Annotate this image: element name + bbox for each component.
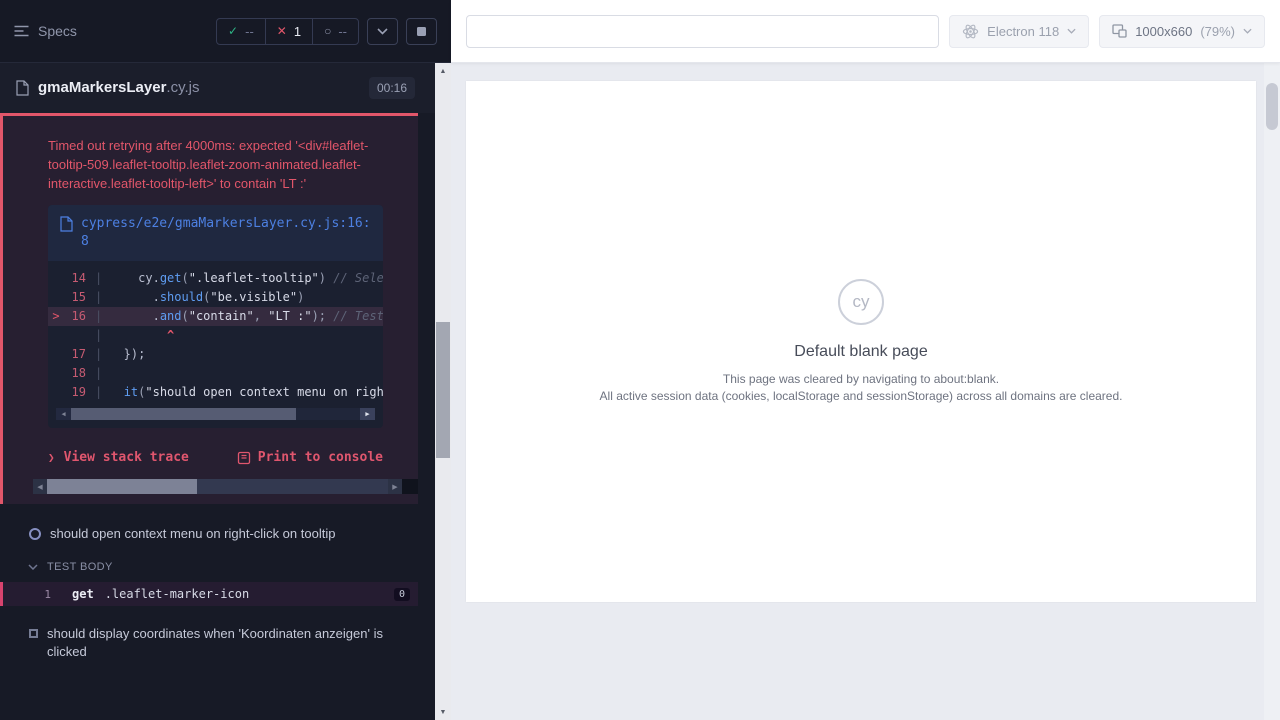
attempt-horizontal-scrollbar: ◀ ▶ — [33, 479, 418, 494]
browser-label: Electron 118 — [987, 24, 1059, 39]
scrollbar-thumb[interactable] — [71, 408, 296, 420]
reporter-vertical-scrollbar: ▲ ▼ — [435, 63, 451, 720]
chevron-down-icon — [28, 564, 38, 570]
specs-list-icon — [14, 25, 29, 37]
code-line: 17| }); — [48, 345, 383, 364]
command-method: get — [72, 587, 94, 601]
runner-header: Specs ✓ -- ✕ 1 ○ -- — [0, 0, 451, 63]
view-stack-trace-label: View stack trace — [64, 450, 189, 465]
spec-header[interactable]: gmaMarkersLayer.cy.js 00:16 — [0, 63, 435, 113]
aut-iframe: cy Default blank page This page was clea… — [466, 81, 1256, 602]
test-body-label: TEST BODY — [47, 561, 113, 573]
print-to-console-button[interactable]: Print to console — [237, 450, 383, 465]
test-row[interactable]: should open context menu on right-click … — [0, 516, 435, 551]
scroll-left-arrow[interactable]: ◀ — [33, 479, 47, 494]
scrollbar-track[interactable] — [47, 479, 388, 494]
failed-stat: ✕ 1 — [265, 19, 312, 44]
command-number: 1 — [3, 588, 51, 601]
scrollbar-thumb[interactable] — [1266, 83, 1278, 130]
test-title: should open context menu on right-click … — [50, 525, 335, 543]
scrollbar-corner — [402, 479, 418, 494]
spec-extension: .cy.js — [166, 79, 199, 96]
scroll-down-arrow[interactable]: ▼ — [435, 704, 451, 720]
url-toolbar: Electron 118 1000x660 (79%) — [451, 0, 1280, 63]
test-queued-icon — [29, 629, 38, 638]
scroll-up-arrow[interactable]: ▲ — [435, 63, 451, 79]
specs-menu-button[interactable]: Specs — [14, 23, 77, 39]
specs-label: Specs — [38, 23, 77, 39]
code-line: >16| .and("contain", "LT :"); // Test — [48, 307, 383, 326]
check-icon: ✓ — [228, 24, 238, 38]
chevron-down-icon — [377, 28, 388, 35]
pending-count: -- — [338, 24, 347, 39]
test-running-icon — [29, 528, 41, 540]
scroll-left-arrow[interactable]: ◀ — [56, 408, 71, 420]
error-message: Timed out retrying after 4000ms: expecte… — [48, 136, 385, 193]
cross-icon: ✕ — [277, 24, 287, 38]
stage-vertical-scrollbar — [1264, 63, 1280, 720]
failed-attempt-block: Timed out retrying after 4000ms: expecte… — [0, 113, 418, 504]
auto-scroll-button[interactable] — [367, 18, 398, 45]
scrollbar-track[interactable] — [71, 408, 360, 420]
spec-timer: 00:16 — [369, 77, 415, 99]
passed-count: -- — [245, 24, 254, 39]
url-input[interactable] — [466, 15, 939, 48]
spec-name: gmaMarkersLayer — [38, 79, 166, 96]
viewport-selector[interactable]: 1000x660 (79%) — [1099, 15, 1265, 48]
cypress-logo: cy — [838, 279, 884, 325]
code-horizontal-scrollbar: ◀ ▶ — [56, 408, 375, 420]
test-body-section-header[interactable]: TEST BODY — [0, 551, 435, 582]
scroll-right-arrow[interactable]: ▶ — [388, 479, 402, 494]
command-log-entry[interactable]: 1 get .leaflet-marker-icon 0 — [0, 582, 418, 606]
electron-browser-icon — [962, 23, 979, 40]
stop-button[interactable] — [406, 18, 437, 45]
scroll-right-arrow[interactable]: ▶ — [360, 408, 375, 420]
test-stats: ✓ -- ✕ 1 ○ -- — [216, 18, 359, 45]
blank-page-title: Default blank page — [794, 343, 927, 361]
file-icon — [60, 216, 73, 251]
aut-stage: cy Default blank page This page was clea… — [451, 63, 1264, 720]
test-row[interactable]: should display coordinates when 'Koordin… — [0, 616, 435, 669]
stop-icon — [417, 27, 426, 36]
code-line: 19| it("should open context menu on righ — [48, 383, 383, 402]
scrollbar-thumb[interactable] — [436, 322, 450, 458]
reporter-log: gmaMarkersLayer.cy.js 00:16 Timed out re… — [0, 63, 435, 720]
viewport-scale: (79%) — [1200, 24, 1235, 39]
error-actions: ❯ View stack trace Print to console — [48, 450, 383, 465]
chevron-down-icon — [1067, 28, 1076, 34]
code-line: 15| .should("be.visible") — [48, 288, 383, 307]
code-frame-file-path: cypress/e2e/gmaMarkersLayer.cy.js:16:8 — [81, 215, 371, 251]
browser-selector[interactable]: Electron 118 — [949, 15, 1089, 48]
spec-file-icon — [16, 80, 29, 96]
chevron-right-icon: ❯ — [48, 451, 55, 464]
code-frame: cypress/e2e/gmaMarkersLayer.cy.js:16:8 1… — [48, 205, 383, 428]
command-badge: 0 — [394, 588, 410, 601]
passed-stat: ✓ -- — [217, 19, 265, 44]
test-list: should open context menu on right-click … — [0, 504, 435, 669]
viewport-icon — [1112, 24, 1127, 38]
code-line: | ^ — [48, 326, 383, 345]
command-args: .leaflet-marker-icon — [105, 587, 250, 601]
print-to-console-label: Print to console — [258, 450, 383, 465]
blank-page-message-2: All active session data (cookies, localS… — [600, 388, 1123, 405]
runner-stage-panel: Electron 118 1000x660 (79%) cy Default b… — [451, 0, 1280, 720]
view-stack-trace-link[interactable]: ❯ View stack trace — [48, 450, 189, 465]
scrollbar-thumb[interactable] — [47, 479, 197, 494]
code-line: 14| cy.get(".leaflet-tooltip") // Sele — [48, 269, 383, 288]
blank-page-message-1: This page was cleared by navigating to a… — [723, 371, 999, 388]
code-line: 18| — [48, 364, 383, 383]
pending-stat: ○ -- — [312, 19, 358, 44]
print-icon — [237, 451, 251, 465]
code-frame-file-link[interactable]: cypress/e2e/gmaMarkersLayer.cy.js:16:8 — [48, 205, 383, 261]
failed-count: 1 — [294, 24, 301, 39]
cypress-logo-text: cy — [853, 292, 870, 312]
viewport-size: 1000x660 — [1135, 24, 1192, 39]
reporter-panel: Specs ✓ -- ✕ 1 ○ -- — [0, 0, 451, 720]
test-title: should display coordinates when 'Koordin… — [47, 625, 387, 661]
chevron-down-icon — [1243, 28, 1252, 34]
code-lines: 14| cy.get(".leaflet-tooltip") // Sele15… — [48, 261, 383, 402]
pending-circle-icon: ○ — [324, 24, 331, 38]
